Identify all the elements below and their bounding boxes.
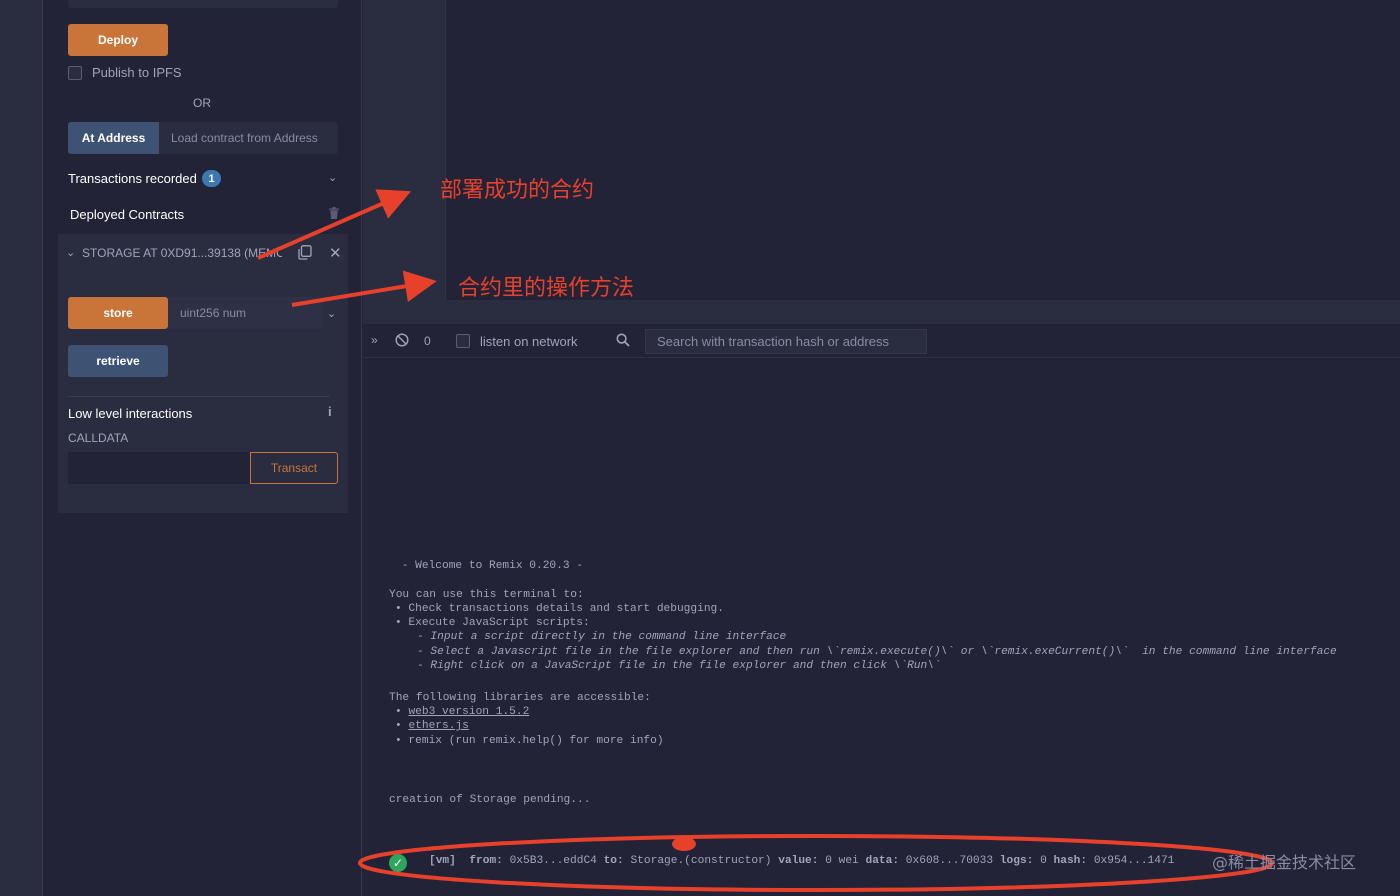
remix-ide: Deploy Publish to IPFS OR At Address Tra… (0, 0, 1400, 896)
publish-ipfs-label: Publish to IPFS (92, 65, 182, 80)
pending-transactions-count: 0 (424, 334, 431, 348)
calldata-input[interactable] (68, 452, 250, 484)
watermark: @稀土掘金技术社区 (1212, 853, 1357, 872)
library-item: • web3 version 1.5.2 (395, 706, 530, 718)
chevron-down-icon[interactable]: ⌄ (66, 246, 75, 259)
terminal-resize-bar[interactable] (363, 300, 1400, 324)
search-icon (616, 333, 630, 347)
editor-divider (445, 0, 446, 300)
terminal-sub-bullet: - Input a script directly in the command… (417, 631, 787, 643)
divider (68, 396, 330, 397)
web3-link[interactable]: web3 version 1.5.2 (408, 706, 529, 718)
library-item: • remix (run remix.help() for more info) (395, 735, 664, 747)
annotation-contract-methods: 合约里的操作方法 (458, 276, 635, 301)
chevron-down-icon[interactable]: ⌄ (328, 171, 337, 184)
deployed-contract-card: ⌄ STORAGE AT 0XD91...39138 (MEMO ✕ store… (58, 234, 348, 513)
terminal-sub-bullet: - Select a Javascript file in the file e… (417, 646, 1337, 658)
libraries-intro: The following libraries are accessible: (389, 692, 651, 704)
deploy-button[interactable]: Deploy (68, 24, 168, 56)
transaction-search-input[interactable] (645, 329, 927, 354)
info-icon[interactable]: i (328, 404, 332, 419)
calldata-label: CALLDATA (68, 431, 129, 445)
chevron-down-icon[interactable]: ⌄ (327, 307, 336, 320)
terminal-intro: You can use this terminal to: (389, 589, 584, 601)
clear-console-icon[interactable] (395, 333, 409, 347)
trash-icon[interactable] (329, 207, 339, 219)
ethers-link[interactable]: ethers.js (408, 720, 468, 732)
contract-select-remnant[interactable] (68, 0, 338, 8)
store-param-input[interactable] (168, 297, 323, 329)
creation-pending-line: creation of Storage pending... (389, 794, 591, 806)
deployed-contracts-label: Deployed Contracts (70, 207, 185, 222)
at-address-row: At Address (68, 122, 338, 154)
store-button[interactable]: store (68, 297, 168, 329)
transactions-recorded-label[interactable]: Transactions recorded (68, 171, 197, 186)
transaction-log-line[interactable]: [vm] from: 0x5B3...eddC4 to: Storage.(co… (429, 855, 1174, 867)
double-chevron-down-icon[interactable]: » (371, 333, 378, 347)
welcome-line: - Welcome to Remix 0.20.3 - (395, 560, 583, 572)
publish-ipfs-checkbox[interactable] (68, 66, 82, 80)
transact-button[interactable]: Transact (250, 452, 338, 484)
terminal-sub-bullet: - Right click on a JavaScript file in th… (417, 660, 941, 672)
retrieve-button[interactable]: retrieve (68, 345, 168, 377)
at-address-button[interactable]: At Address (68, 122, 159, 154)
listen-network-label: listen on network (480, 334, 578, 349)
icon-rail (0, 0, 43, 896)
or-label: OR (193, 96, 211, 110)
transactions-count-badge: 1 (202, 170, 221, 187)
terminal-bullet: • Check transactions details and start d… (395, 603, 724, 615)
terminal-bullet: • Execute JavaScript scripts: (395, 617, 590, 629)
terminal-output[interactable]: - Welcome to Remix 0.20.3 - You can use … (363, 358, 1400, 896)
editor-area[interactable] (363, 0, 1400, 300)
at-address-input[interactable] (159, 122, 338, 154)
contract-header[interactable]: ⌄ STORAGE AT 0XD91...39138 (MEMO ✕ (58, 234, 348, 272)
success-check-icon: ✓ (389, 854, 407, 872)
library-item: • ethers.js (395, 720, 469, 732)
close-icon[interactable]: ✕ (329, 244, 342, 262)
copy-icon[interactable] (298, 245, 312, 260)
contract-instance-name: STORAGE AT 0XD91...39138 (MEMO (82, 246, 282, 260)
deploy-run-panel: Deploy Publish to IPFS OR At Address Tra… (43, 0, 362, 896)
terminal-toolbar: » 0 listen on network (363, 324, 1400, 358)
annotation-deployed-contract: 部署成功的合约 (440, 178, 595, 203)
editor-gutter (363, 0, 445, 300)
listen-network-checkbox[interactable] (456, 334, 470, 348)
low-level-title: Low level interactions (68, 406, 193, 421)
